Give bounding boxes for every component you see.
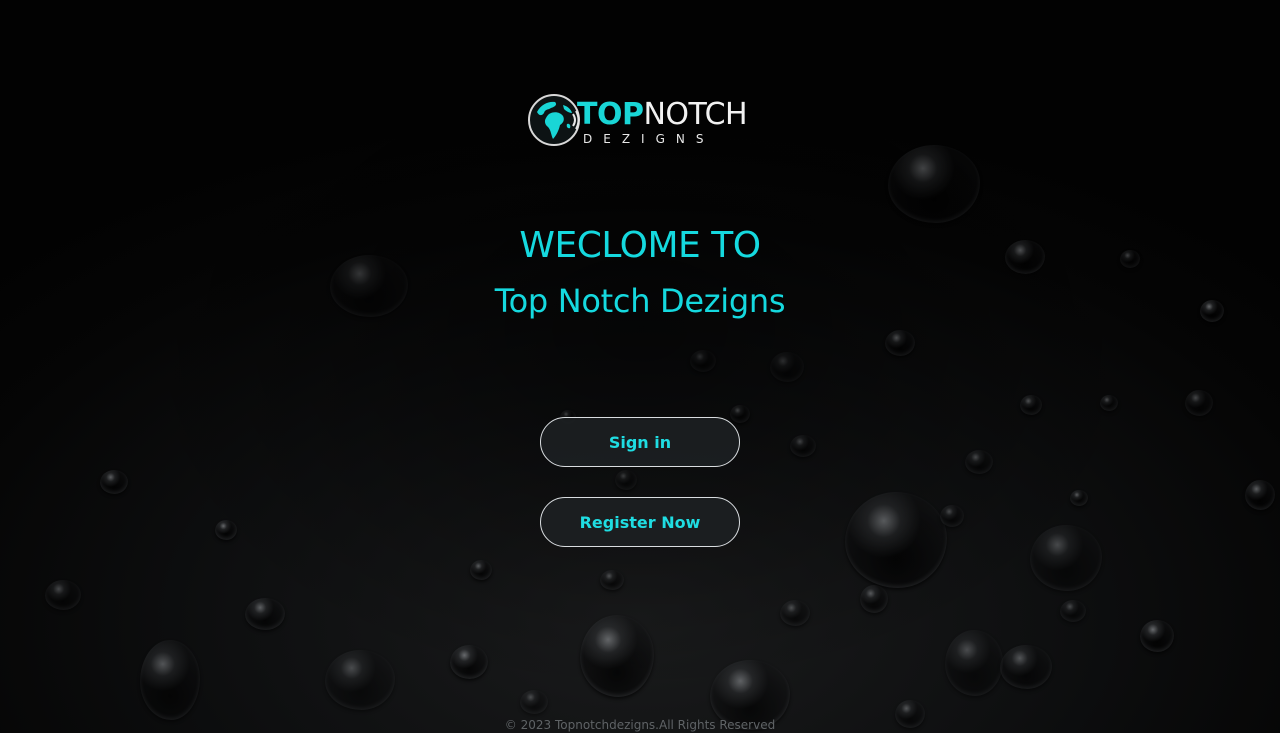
water-drop <box>1185 390 1213 416</box>
water-drop <box>140 640 200 720</box>
water-drop <box>470 560 492 580</box>
water-drop <box>45 580 81 610</box>
water-drop <box>245 598 285 630</box>
water-drop <box>1000 645 1052 689</box>
water-drop <box>1245 480 1275 510</box>
water-drop <box>1020 395 1042 415</box>
welcome-heading: WECLOME TO <box>519 225 761 266</box>
water-drop <box>790 435 816 457</box>
register-now-button[interactable]: Register Now <box>540 497 740 547</box>
footer-copyright: © 2023 Topnotchdezigns.All Rights Reserv… <box>504 718 776 732</box>
water-drop <box>580 615 654 697</box>
water-drop <box>215 520 237 540</box>
water-drop <box>730 405 750 423</box>
water-drop <box>690 350 716 372</box>
water-drop <box>1060 600 1086 622</box>
water-drop <box>770 352 804 382</box>
water-drop <box>600 570 624 590</box>
water-drop <box>945 630 1003 696</box>
logo-word-top: TOP <box>577 97 644 132</box>
water-drop <box>845 492 947 588</box>
water-drop <box>965 450 993 474</box>
water-drop <box>450 645 488 679</box>
water-drop <box>888 145 980 223</box>
water-drop <box>1100 395 1118 411</box>
water-drop <box>1030 525 1102 591</box>
welcome-screen: TOPNOTCH DEZIGNS WECLOME TO Top Notch De… <box>0 0 1280 733</box>
water-drop <box>100 470 128 494</box>
sign-in-button[interactable]: Sign in <box>540 417 740 467</box>
water-drop <box>885 330 915 356</box>
water-drop <box>615 470 637 490</box>
water-drop <box>1140 620 1174 652</box>
brand-heading: Top Notch Dezigns <box>494 282 786 320</box>
logo-subtitle: DEZIGNS <box>583 132 715 146</box>
water-drop <box>860 585 888 613</box>
globe-icon <box>528 94 580 146</box>
logo-wordmark: TOPNOTCH <box>577 97 748 132</box>
water-drop <box>520 690 548 714</box>
water-drop <box>325 650 395 710</box>
water-drop <box>1070 490 1088 506</box>
logo-word-notch: NOTCH <box>643 97 748 132</box>
water-drop <box>940 505 964 527</box>
topnotch-logo: TOPNOTCH DEZIGNS <box>527 92 757 152</box>
water-drop <box>780 600 810 626</box>
